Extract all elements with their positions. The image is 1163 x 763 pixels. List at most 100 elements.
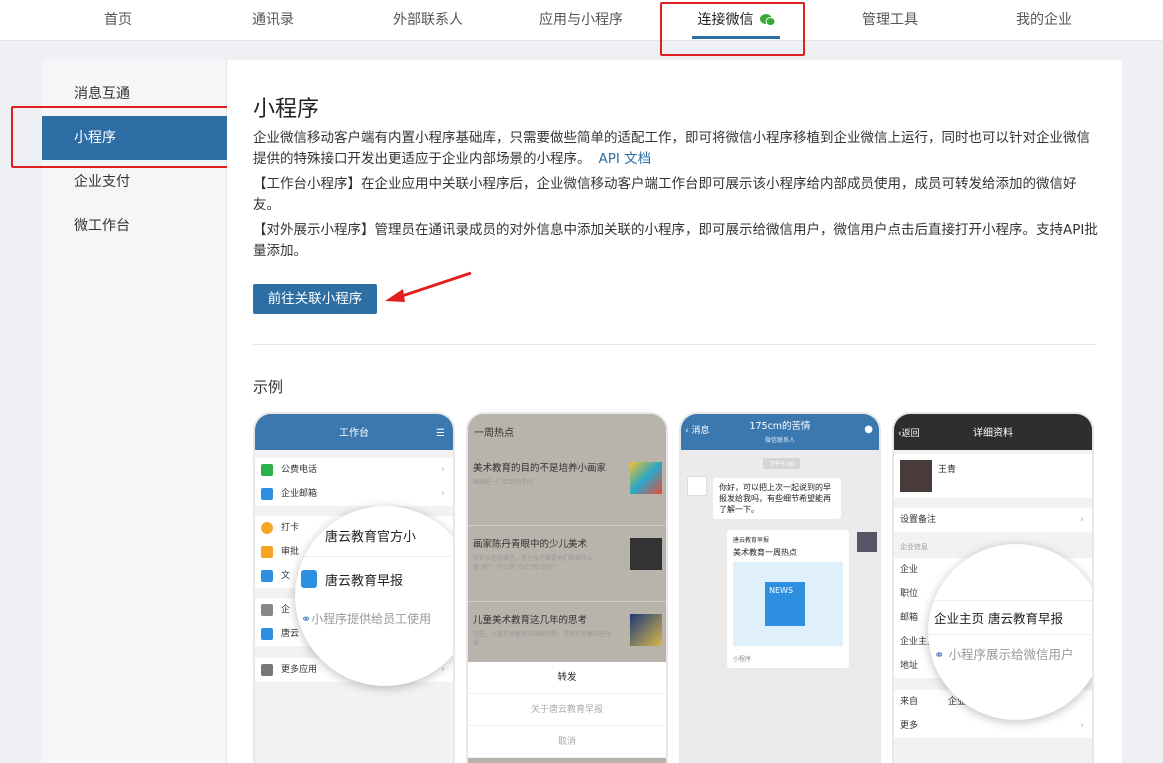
nav-external-contacts[interactable]: 外部联系人 — [373, 0, 483, 41]
avatar — [900, 460, 932, 492]
news-title: 画家陈丹青眼中的少儿美术 — [473, 539, 588, 550]
magnifier-divider — [928, 634, 1092, 635]
nav-home[interactable]: 首页 — [78, 0, 158, 41]
list-item-label: 更多应用 — [281, 665, 318, 675]
magnifier-line2: ⚭ 小程序展示给微信用户 — [934, 644, 1073, 663]
news-item: 美术教育的目的不是培养小画家画画是一门否定的学问 — [468, 450, 666, 526]
profile-card: 王青 — [894, 454, 1092, 498]
nav-admin-tools[interactable]: 管理工具 — [850, 0, 930, 41]
nav-apps-miniprograms[interactable]: 应用与小程序 — [528, 0, 634, 41]
news-subtitle: 画画是一门否定的学问 — [473, 479, 534, 486]
mail-icon — [261, 488, 273, 500]
phone2-header: 一周热点 — [468, 414, 666, 450]
card-footer: 小程序 — [733, 656, 752, 663]
card-image-label: NEWS — [765, 582, 805, 626]
profile-row-label: 更多 — [900, 721, 919, 731]
phone4-back-label: 返回 — [901, 429, 920, 439]
list-item-label: 公费电话 — [281, 465, 318, 475]
list-item-label: 打卡 — [281, 523, 300, 533]
divider — [253, 344, 1096, 345]
card-image: NEWS — [733, 562, 843, 646]
chat-time: 下午5:00 — [763, 458, 801, 469]
enterprise-icon — [261, 604, 273, 616]
link-icon: ⚭ — [934, 647, 949, 662]
intro-text: 企业微信移动客户端有内置小程序基础库，只需要做些简单的适配工作，即可将微信小程序… — [253, 130, 1090, 167]
nav-my-enterprise[interactable]: 我的企业 — [1004, 0, 1084, 41]
avatar — [857, 532, 877, 552]
newspaper-icon — [301, 570, 317, 588]
top-navigation: 首页 通讯录 外部联系人 应用与小程序 连接微信 管理工具 我的企业 — [0, 0, 1163, 41]
list-item-label: 唐云 — [281, 629, 300, 639]
list-item-label: 企 — [281, 605, 291, 615]
nav-contacts[interactable]: 通讯录 — [233, 0, 313, 41]
list-item-label: 文 — [281, 571, 291, 581]
magnifier-line2-text: 小程序展示给微信用户 — [948, 647, 1074, 662]
intro-paragraph: 企业微信移动客户端有内置小程序基础库，只需要做些简单的适配工作，即可将微信小程序… — [253, 128, 1099, 170]
sheet-cancel: 取消 — [468, 726, 666, 758]
news-title: 美术教育的目的不是培养小画家 — [473, 463, 607, 474]
news-title: 儿童美术教育这几年的思考 — [473, 615, 588, 626]
news-item: 画家陈丹青眼中的少儿美术 只许从前的孩子，看主张不需要他们解释什么是"美"，什么是… — [468, 526, 666, 602]
miniprogram-icon — [261, 628, 273, 640]
phone3-subtitle: 微信联系人 — [764, 437, 795, 444]
news-subtitle: 这些，儿童艺术教育的各种问题，任我们可推中些领域 — [473, 631, 612, 647]
profile-row-label: 地址 — [900, 661, 919, 671]
profile-row-label: 邮箱 — [900, 613, 919, 623]
main-panel: 小程序 企业微信移动客户端有内置小程序基础库，只需要做些简单的适配工作，即可将微… — [227, 60, 1122, 763]
approval-icon — [261, 546, 273, 558]
example-phone-chat: ‹ 消息 175cm的苦情 微信联系人 ● 下午5:00 你好，可以把上次一起说… — [679, 412, 881, 763]
card-title: 美术教育一周热点 — [733, 548, 797, 557]
magnifier-line3: ⚭小程序提供给员工使用 — [301, 610, 431, 627]
magnifier-line3-text: 小程序提供给员工使用 — [311, 612, 432, 626]
magnifier-divider — [928, 600, 1092, 601]
magnifier-divider — [295, 556, 453, 557]
annotation-box-nav — [660, 2, 805, 56]
phone4-header: ‹返回 详细资料 — [894, 414, 1092, 450]
sidebar-item-micro-workbench[interactable]: 微工作台 — [42, 204, 227, 248]
list-item: 公费电话 › — [255, 458, 453, 482]
document-icon — [261, 570, 273, 582]
link-miniprogram-button[interactable]: 前往关联小程序 — [253, 284, 377, 314]
chevron-right-icon: › — [1080, 514, 1084, 525]
link-icon: ⚭ — [301, 612, 312, 626]
phone-icon — [261, 464, 273, 476]
annotation-box-sidebar — [11, 106, 239, 168]
example-phone-workbench: 工作台 ☰ 公费电话 › 企业邮箱 › 打卡 审批 文 企 唐云 更多应用 › 唐云教育… — [253, 412, 455, 763]
phone4-title: 详细资料 — [973, 428, 1013, 439]
sheet-about: 关于唐云教育早报 — [468, 694, 666, 726]
annotation-arrow — [385, 271, 472, 302]
magnifier-line1: 企业主页 唐云教育早报 — [934, 611, 1063, 626]
magnifier-profile: 企业主页 唐云教育早报 ⚭ 小程序展示给微信用户 — [928, 544, 1092, 720]
example-label: 示例 — [253, 378, 284, 396]
example-phone-profile: ‹返回 详细资料 王青 设置备注 › 企业信息 企业 职位 邮箱 企业主页 地址 … — [892, 412, 1094, 763]
example-phone-news: 一周热点 美术教育的目的不是培养小画家画画是一门否定的学问 画家陈丹青眼中的少儿… — [466, 412, 668, 763]
page-title: 小程序 — [253, 97, 320, 122]
phone1-title: 工作台 — [339, 428, 369, 439]
profile-section: 企业信息 — [900, 543, 928, 551]
settings-icon: ☰ — [436, 428, 445, 439]
chevron-right-icon: › — [441, 488, 445, 499]
profile-row-label: 设置备注 — [900, 515, 937, 525]
grid-icon — [261, 664, 273, 676]
profile-row-label: 职位 — [900, 589, 919, 599]
phone3-title: 175cm的苦情 — [749, 421, 811, 432]
profile-name: 王青 — [938, 465, 957, 475]
api-doc-link[interactable]: API 文档 — [599, 151, 652, 167]
external-paragraph: 【对外展示小程序】管理员在通讯录成员的对外信息中添加关联的小程序，即可展示给微信… — [253, 222, 1098, 259]
profile-row-label: 来自 — [900, 697, 919, 707]
miniprogram-card: 唐云教育早报 美术教育一周热点 NEWS 小程序 — [727, 530, 849, 668]
chevron-right-icon: › — [1080, 720, 1084, 731]
phone3-header: ‹ 消息 175cm的苦情 微信联系人 ● — [681, 414, 879, 450]
profile-row-label: 企业 — [900, 565, 919, 575]
phone1-header: 工作台 ☰ — [255, 414, 453, 450]
magnifier-line2: 唐云教育早报 — [325, 574, 404, 589]
magnifier-line1: 唐云教育官方小 — [325, 530, 417, 545]
news-thumbnail — [630, 614, 662, 646]
phone4-back: ‹返回 — [898, 429, 920, 439]
chevron-right-icon: › — [441, 464, 445, 475]
profile-row: 更多 › — [894, 714, 1092, 738]
avatar — [687, 476, 707, 496]
news-thumbnail — [630, 538, 662, 570]
workbench-paragraph: 【工作台小程序】在企业应用中关联小程序后，企业微信移动客户端工作台即可展示该小程… — [253, 176, 1077, 213]
chat-bubble: 你好，可以把上次一起说到的早报发给我吗，有些细节希望能再了解一下。 — [713, 478, 841, 519]
